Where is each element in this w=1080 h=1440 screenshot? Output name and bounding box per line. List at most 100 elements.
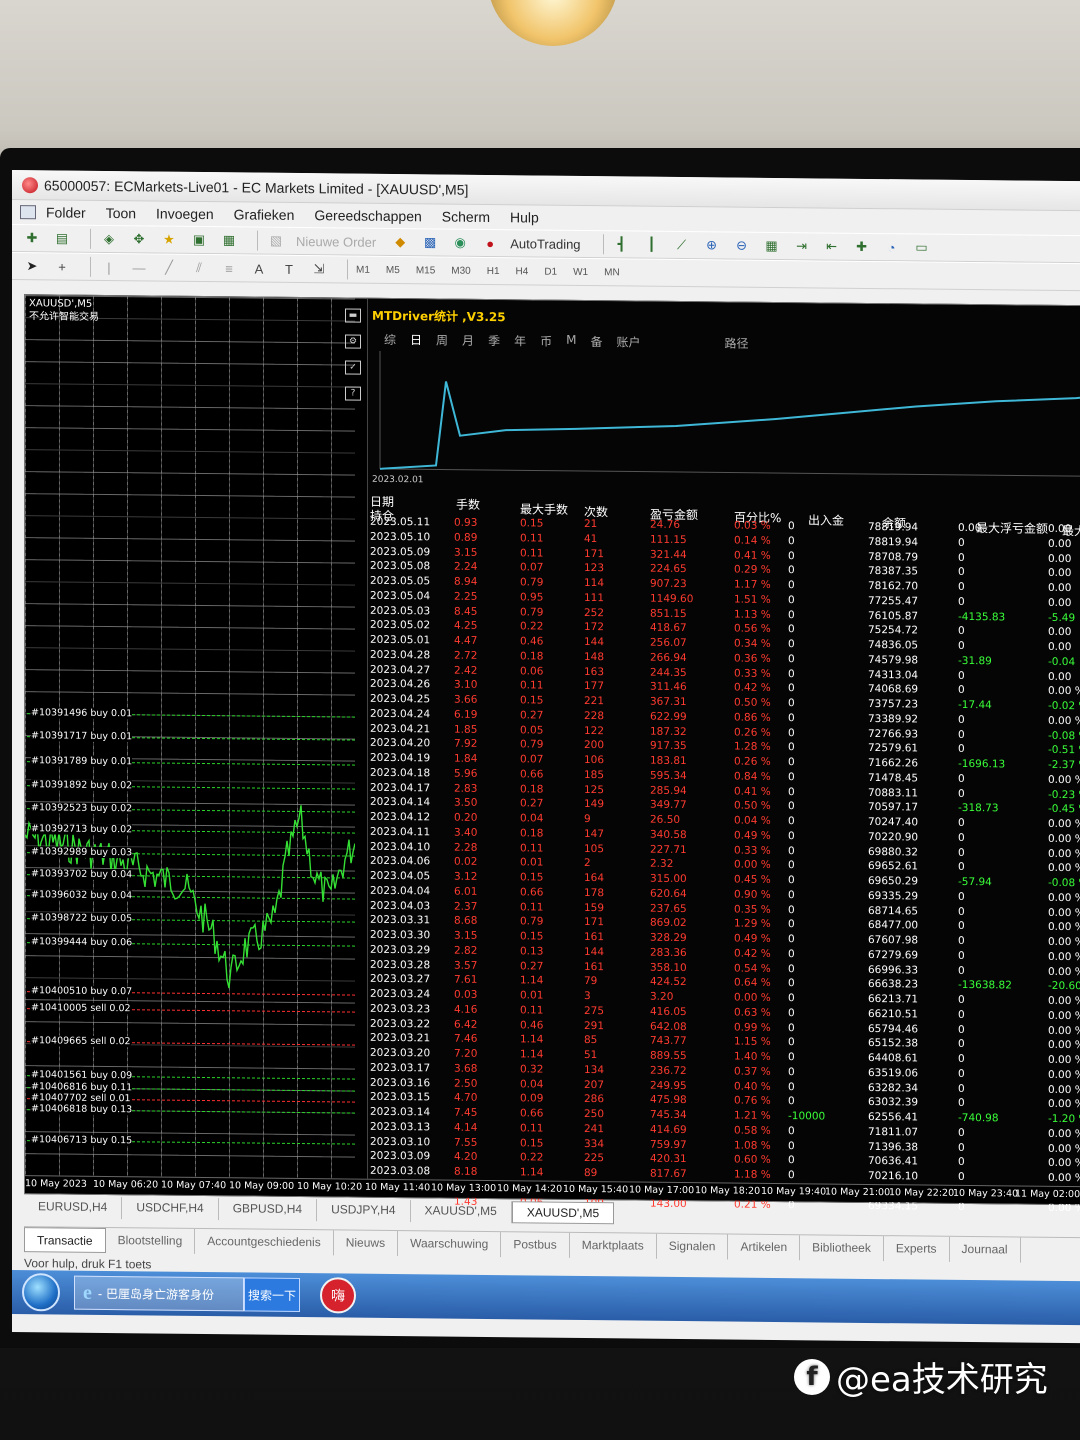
- chart-tab-gbpusd[interactable]: GBPUSD,H4: [218, 1198, 318, 1222]
- browser-task[interactable]: e - 巴厘岛身亡游客身份: [74, 1275, 244, 1312]
- new-order-button[interactable]: Nieuwe Order: [296, 233, 376, 249]
- new-order-icon[interactable]: ▧: [266, 231, 286, 251]
- crosshair-tool-icon[interactable]: +: [52, 256, 72, 276]
- periods-icon[interactable]: ◔: [882, 237, 902, 257]
- bar-chart-icon[interactable]: ┫: [612, 234, 632, 254]
- tab-accountgeschiedenis[interactable]: Accountgeschiedenis: [195, 1228, 334, 1256]
- chart-tab-xauusd-active[interactable]: XAUUSD',M5: [511, 1201, 615, 1225]
- order-label[interactable]: #10400510 buy 0.07: [31, 985, 133, 998]
- tester-icon[interactable]: ▦: [219, 230, 239, 250]
- minimize-icon[interactable]: ▬: [345, 308, 361, 323]
- navigator-icon[interactable]: ▣: [189, 230, 209, 250]
- menu-folder[interactable]: Folder: [46, 204, 86, 220]
- timeframe-mn[interactable]: MN: [604, 267, 620, 278]
- tab-nieuws[interactable]: Nieuws: [333, 1230, 399, 1257]
- chart-window[interactable]: XAUUSD',M5 不允许智能交易 #10391496 buy 0.01 #10…: [24, 294, 1080, 1214]
- chart-tab-xauusd[interactable]: XAUUSD',M5: [410, 1200, 512, 1224]
- crosshair-icon[interactable]: ✥: [129, 229, 149, 249]
- tab-m[interactable]: M: [566, 333, 576, 350]
- timeframe-m5[interactable]: M5: [386, 264, 400, 275]
- order-label[interactable]: #10391789 buy 0.01: [31, 755, 133, 768]
- order-label[interactable]: #10396032 buy 0.04: [31, 889, 133, 902]
- vertical-line-icon[interactable]: |: [99, 257, 119, 277]
- timeframe-h4[interactable]: H4: [516, 266, 529, 277]
- order-label[interactable]: #10392523 buy 0.02: [31, 802, 133, 815]
- tab-experts[interactable]: Experts: [883, 1236, 950, 1262]
- order-label[interactable]: #10410005 sell 0.02: [31, 1002, 131, 1015]
- metaeditor-icon[interactable]: ◆: [390, 232, 410, 252]
- line-chart-icon[interactable]: ⟋: [672, 235, 692, 255]
- horizontal-line-icon[interactable]: —: [129, 257, 149, 277]
- order-label[interactable]: #10406818 buy 0.13: [31, 1103, 133, 1116]
- tab-month[interactable]: 月: [462, 332, 474, 349]
- document-icon[interactable]: [20, 205, 36, 220]
- order-label[interactable]: #10399444 buy 0.06: [31, 936, 133, 949]
- candlestick-icon[interactable]: ┃: [642, 235, 662, 255]
- tab-postbus[interactable]: Postbus: [501, 1232, 570, 1258]
- chart-shift-icon[interactable]: ⇤: [822, 236, 842, 256]
- tab-marktplaats[interactable]: Marktplaats: [569, 1232, 657, 1259]
- tab-bibliotheek[interactable]: Bibliotheek: [800, 1235, 884, 1262]
- arrows-icon[interactable]: ⇲: [309, 259, 329, 279]
- timeframe-m1[interactable]: M1: [356, 264, 370, 275]
- timeframe-d1[interactable]: D1: [544, 266, 557, 277]
- auto-scroll-icon[interactable]: ⇥: [792, 236, 812, 256]
- order-label[interactable]: #10391496 buy 0.01: [31, 707, 133, 720]
- autotrading-icon[interactable]: ●: [480, 233, 500, 253]
- order-label[interactable]: #10398722 buy 0.05: [31, 912, 133, 925]
- tab-artikelen[interactable]: Artikelen: [728, 1234, 801, 1261]
- chart-tab-eurusd[interactable]: EURUSD,H4: [24, 1196, 123, 1220]
- chart-tab-usdchf[interactable]: USDCHF,H4: [122, 1197, 219, 1221]
- cursor-icon[interactable]: ➤: [22, 256, 42, 276]
- tab-backup[interactable]: 备: [590, 333, 602, 350]
- order-label[interactable]: #10401561 buy 0.09: [31, 1069, 133, 1082]
- tab-account[interactable]: 账户: [616, 333, 640, 350]
- settings-icon[interactable]: ⚙: [345, 334, 361, 349]
- menu-hulp[interactable]: Hulp: [510, 209, 539, 225]
- tab-waarschuwing[interactable]: Waarschuwing: [398, 1231, 502, 1258]
- order-label[interactable]: #10391717 buy 0.01: [31, 730, 133, 743]
- timeframe-w1[interactable]: W1: [573, 266, 588, 277]
- menu-scherm[interactable]: Scherm: [442, 209, 490, 226]
- start-button[interactable]: [22, 1273, 60, 1312]
- help-icon[interactable]: ?: [345, 386, 361, 401]
- order-label[interactable]: #10393702 buy 0.04: [31, 868, 133, 881]
- order-label[interactable]: #10406713 buy 0.15: [31, 1134, 133, 1147]
- profiles-icon[interactable]: ▤: [52, 228, 72, 248]
- text-icon[interactable]: A: [249, 258, 269, 278]
- zoom-in-icon[interactable]: ⊕: [702, 235, 722, 255]
- tab-blootstelling[interactable]: Blootstelling: [105, 1227, 196, 1254]
- search-button[interactable]: 搜索一下: [244, 1277, 300, 1313]
- order-label[interactable]: #10392989 buy 0.03: [31, 846, 133, 859]
- fibonacci-icon[interactable]: ≡: [219, 258, 239, 278]
- indicators-icon[interactable]: ✚: [852, 237, 872, 257]
- tile-windows-icon[interactable]: ▦: [762, 236, 782, 256]
- tab-year[interactable]: 年: [514, 332, 526, 349]
- text-label-icon[interactable]: T: [279, 259, 299, 279]
- market-watch-icon[interactable]: ◈: [99, 229, 119, 249]
- menu-toon[interactable]: Toon: [106, 205, 136, 221]
- favorites-icon[interactable]: ★: [159, 230, 179, 250]
- menu-grafieken[interactable]: Grafieken: [234, 206, 295, 223]
- menu-invoegen[interactable]: Invoegen: [156, 206, 214, 223]
- tab-day[interactable]: 日: [410, 331, 422, 348]
- channel-icon[interactable]: ⫽: [189, 258, 209, 278]
- terminal-icon[interactable]: ▩: [420, 232, 440, 252]
- autotrading-button[interactable]: AutoTrading: [510, 236, 580, 252]
- tab-currency[interactable]: 币: [540, 333, 552, 350]
- tab-week[interactable]: 周: [436, 331, 448, 348]
- templates-icon[interactable]: ▭: [912, 237, 932, 257]
- zoom-out-icon[interactable]: ⊖: [732, 236, 752, 256]
- order-label[interactable]: #10409665 sell 0.02: [31, 1035, 131, 1048]
- tab-transactie[interactable]: Transactie: [24, 1227, 106, 1253]
- timeframe-h1[interactable]: H1: [487, 265, 500, 276]
- timeframe-m15[interactable]: M15: [416, 265, 435, 276]
- order-label[interactable]: #10392713 buy 0.02: [31, 823, 133, 836]
- timeframe-m30[interactable]: M30: [451, 265, 470, 276]
- tab-journaal[interactable]: Journaal: [949, 1236, 1021, 1263]
- tab-quarter[interactable]: 季: [488, 332, 500, 349]
- signals-icon[interactable]: ◉: [450, 233, 470, 253]
- tab-summary[interactable]: 综: [384, 331, 396, 348]
- tab-signalen[interactable]: Signalen: [656, 1233, 729, 1260]
- new-chart-icon[interactable]: ✚: [22, 228, 42, 248]
